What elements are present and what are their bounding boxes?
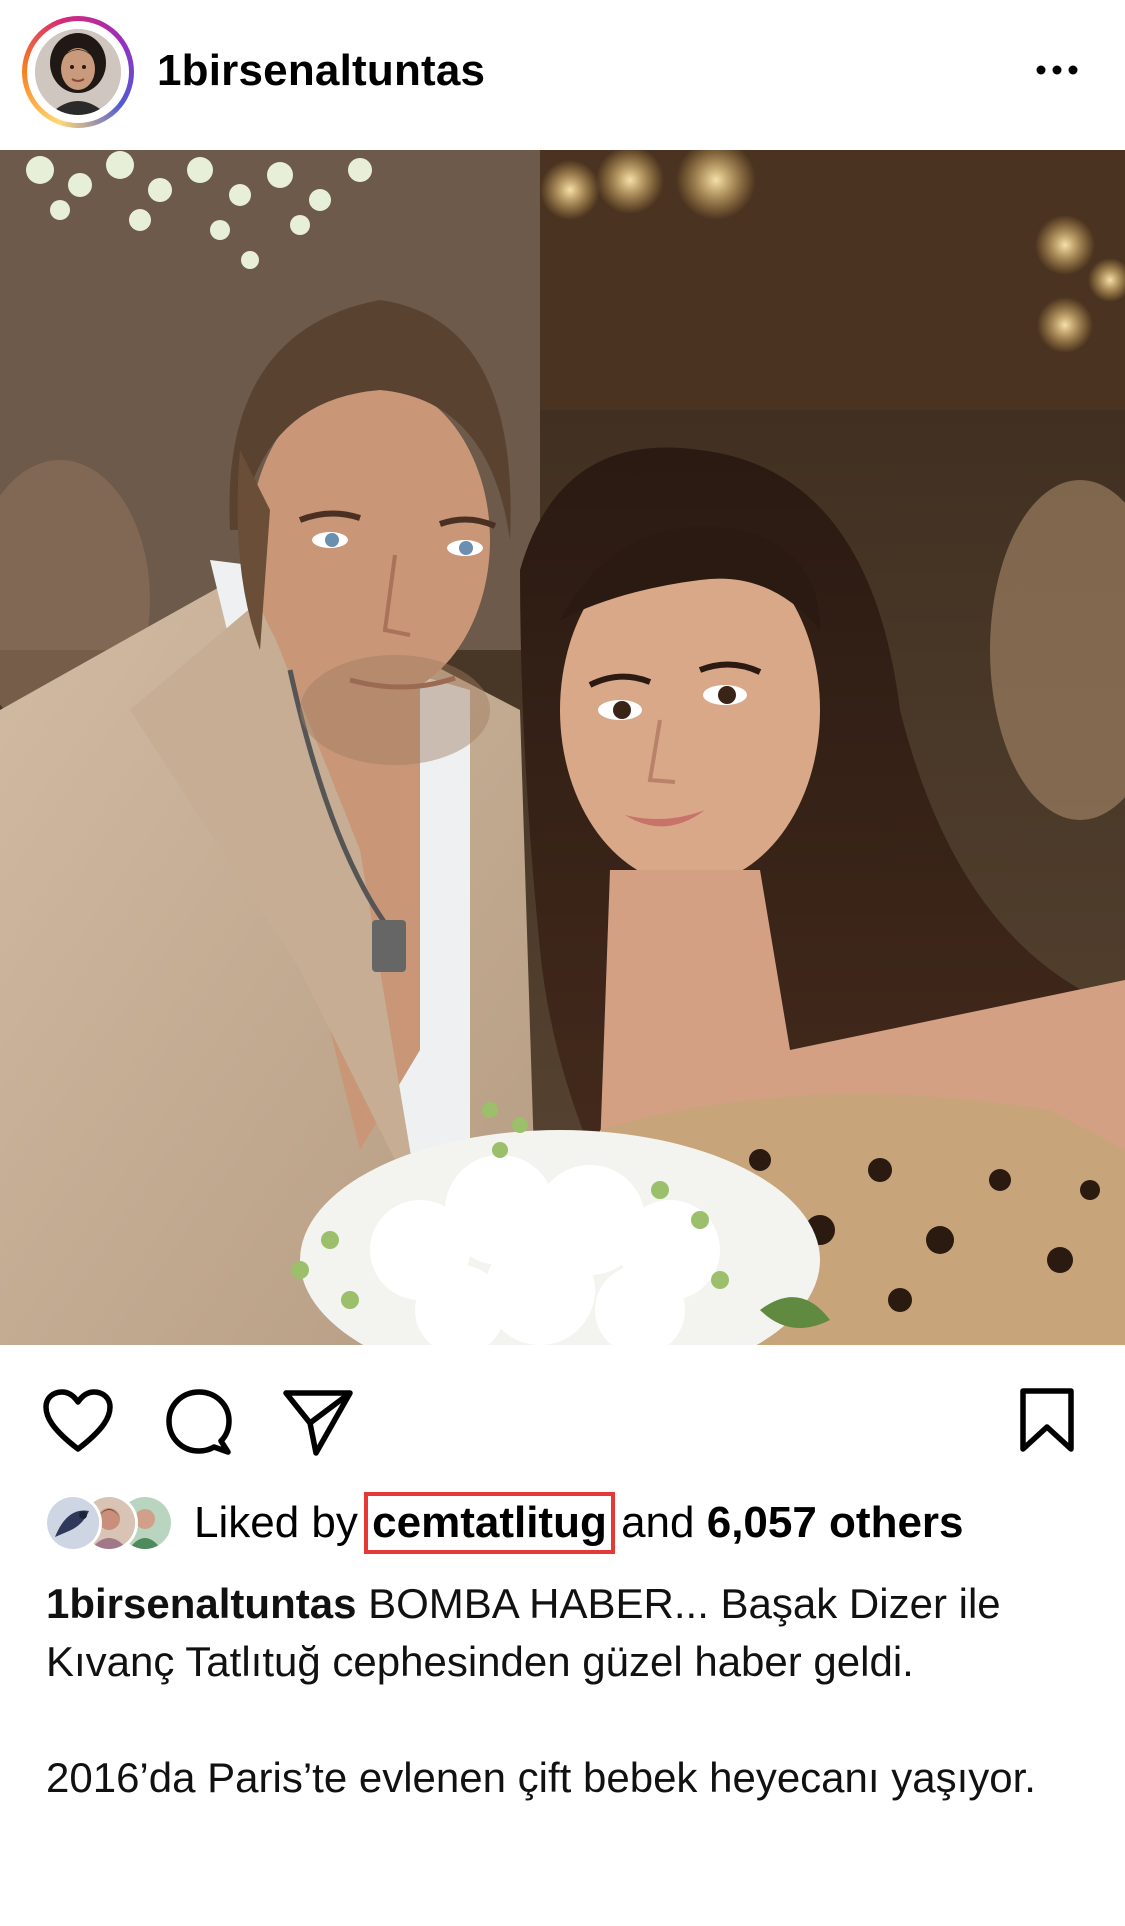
post-photo[interactable] <box>0 150 1125 1345</box>
share-button[interactable] <box>282 1387 354 1462</box>
liker-avatar[interactable] <box>44 1494 102 1552</box>
likes-middle: and <box>621 1498 695 1547</box>
heart-icon <box>43 1389 113 1452</box>
likes-prefix: Liked by <box>194 1498 358 1547</box>
post-caption: 1birsenaltuntas BOMBA HABER... Başak Diz… <box>46 1575 1086 1807</box>
caption-paragraph: 1birsenaltuntas BOMBA HABER... Başak Diz… <box>46 1575 1086 1691</box>
more-options-button[interactable] <box>1027 50 1087 90</box>
caption-username[interactable]: 1birsenaltuntas <box>46 1580 356 1627</box>
bookmark-icon <box>1020 1388 1074 1452</box>
liker-avatar-image <box>47 1497 99 1549</box>
like-button[interactable] <box>42 1389 114 1460</box>
avatar[interactable] <box>35 29 121 115</box>
send-icon <box>283 1390 353 1456</box>
likes-row: Liked by cemtatlitug and 6,057 others <box>44 1490 1104 1560</box>
avatar-image <box>35 29 121 115</box>
likes-count-link[interactable]: 6,057 others <box>707 1498 964 1547</box>
post-actions-bar <box>0 1345 1125 1495</box>
avatar-gap <box>27 21 129 123</box>
comment-button[interactable] <box>164 1387 234 1462</box>
comment-icon <box>166 1389 232 1455</box>
likes-text: Liked by cemtatlitug and 6,057 others <box>194 1492 964 1554</box>
liker-username-link[interactable]: cemtatlitug <box>364 1492 615 1554</box>
more-horizontal-icon <box>1036 65 1078 75</box>
post-header: 1birsenaltuntas <box>0 0 1125 148</box>
caption-paragraph-2: 2016’da Paris’te evlenen çift bebek heye… <box>46 1754 1036 1801</box>
save-button[interactable] <box>1018 1387 1076 1458</box>
post-username[interactable]: 1birsenaltuntas <box>157 46 485 96</box>
story-ring[interactable] <box>22 16 134 128</box>
couple-photo <box>0 150 1125 1345</box>
